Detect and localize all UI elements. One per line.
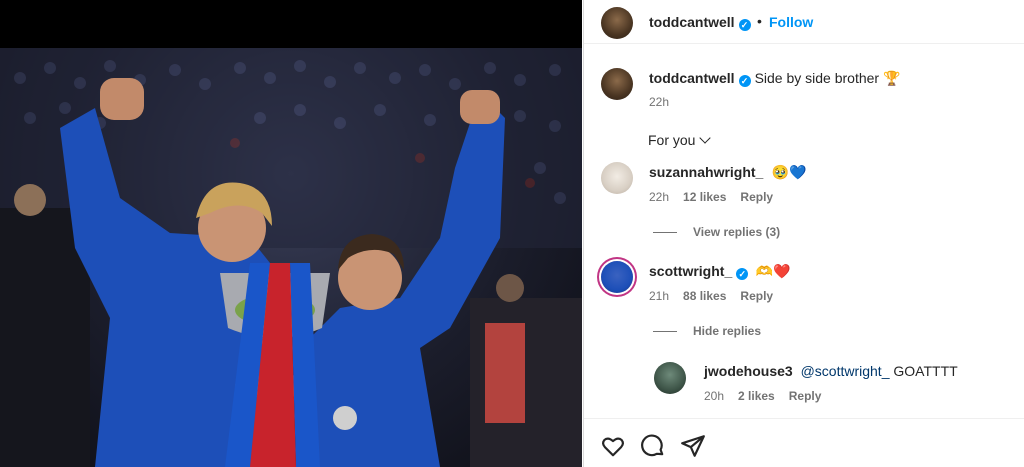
verified-badge-icon: ✓ xyxy=(738,19,751,31)
view-replies-label: View replies (3) xyxy=(693,225,781,239)
comment-row: suzannahwright_ 🥹💙 xyxy=(649,164,807,182)
comment-avatar-story[interactable] xyxy=(601,261,633,293)
caption-text: Side by side brother 🏆 xyxy=(754,70,901,86)
comment-likes[interactable]: 88 likes xyxy=(683,289,726,303)
reply-mention[interactable]: @scottwright_ xyxy=(801,363,890,379)
comment-username[interactable]: suzannahwright_ xyxy=(649,164,763,180)
comment-sort-dropdown[interactable]: For you xyxy=(648,132,712,148)
author-avatar[interactable] xyxy=(601,7,633,39)
post-side-panel: toddcantwell ✓ • Follow toddcantwell ✓ Side… xyxy=(583,0,1024,467)
action-bar xyxy=(584,418,1024,467)
verified-badge-icon: ✓ xyxy=(738,75,751,87)
reply-button[interactable]: Reply xyxy=(740,289,773,303)
replies-line xyxy=(653,331,677,332)
verified-badge-icon: ✓ xyxy=(736,268,749,280)
post-header: toddcantwell ✓ • Follow xyxy=(584,0,1024,44)
follow-button[interactable]: Follow xyxy=(769,14,813,30)
caption-avatar[interactable] xyxy=(601,68,633,100)
post-photo xyxy=(0,48,582,467)
comment-time[interactable]: 21h xyxy=(649,289,669,303)
comment-text: 🫶❤️ xyxy=(755,263,791,279)
caption: toddcantwell ✓ Side by side brother 🏆 xyxy=(649,70,900,87)
comment-icon[interactable] xyxy=(640,433,666,459)
comment-text: 🥹💙 xyxy=(771,164,807,180)
reply-meta: 20h 2 likes Reply xyxy=(704,389,835,403)
comment-row: scottwright_ ✓ 🫶❤️ xyxy=(649,263,791,281)
hide-replies-label: Hide replies xyxy=(693,324,762,338)
send-icon[interactable] xyxy=(680,433,706,459)
media-letterbox xyxy=(0,0,582,48)
reply-row: jwodehouse3 @scottwright_ GOATTTT xyxy=(704,363,958,379)
heart-icon[interactable] xyxy=(600,433,626,459)
comment-username[interactable]: scottwright_ xyxy=(649,263,732,279)
replies-line xyxy=(653,232,677,233)
chevron-down-icon xyxy=(699,132,712,144)
author-username[interactable]: toddcantwell xyxy=(649,14,735,30)
caption-username[interactable]: toddcantwell xyxy=(649,70,735,86)
comment-avatar[interactable] xyxy=(601,162,633,194)
post-media[interactable] xyxy=(0,0,582,467)
reply-time[interactable]: 20h xyxy=(704,389,724,403)
separator-dot: • xyxy=(757,13,762,29)
author-name-row: toddcantwell ✓ xyxy=(649,14,751,32)
hide-replies-button[interactable]: Hide replies xyxy=(653,324,761,338)
reply-avatar[interactable] xyxy=(654,362,686,394)
reply-button[interactable]: Reply xyxy=(740,190,773,204)
comment-likes[interactable]: 12 likes xyxy=(683,190,726,204)
photo-illustration xyxy=(0,48,582,467)
reply-username[interactable]: jwodehouse3 xyxy=(704,363,793,379)
sort-label: For you xyxy=(648,132,696,148)
reply-likes[interactable]: 2 likes xyxy=(738,389,775,403)
reply-text: GOATTTT xyxy=(893,363,958,379)
comment-meta: 21h 88 likes Reply xyxy=(649,289,787,303)
comment-meta: 22h 12 likes Reply xyxy=(649,190,787,204)
comment-time[interactable]: 22h xyxy=(649,190,669,204)
caption-time[interactable]: 22h xyxy=(649,95,669,109)
view-replies-button[interactable]: View replies (3) xyxy=(653,225,780,239)
reply-reply-button[interactable]: Reply xyxy=(789,389,822,403)
